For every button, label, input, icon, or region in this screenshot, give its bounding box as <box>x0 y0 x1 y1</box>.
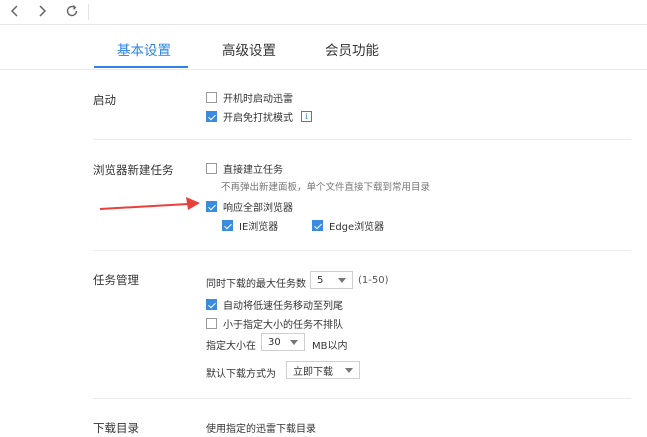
no-disturb-label: 开启免打扰模式 <box>223 113 293 124</box>
refresh-button[interactable] <box>62 0 82 22</box>
size-limit-label: 指定大小在 <box>206 341 256 352</box>
section-divider <box>93 398 631 399</box>
active-tab-indicator <box>94 66 188 68</box>
max-tasks-value: 5 <box>317 274 324 286</box>
checkbox-box[interactable] <box>222 220 233 231</box>
dropdown-arrow-icon <box>345 368 353 373</box>
download-directory-option[interactable]: 使用指定的迅雷下载目录 <box>206 420 316 435</box>
max-tasks-label: 同时下载的最大任务数 <box>206 279 306 290</box>
default-download-mode-label: 默认下载方式为 <box>206 369 276 380</box>
checkbox-box[interactable] <box>206 111 217 122</box>
move-slow-tasks-checkbox[interactable]: 自动将低速任务移动至列尾 <box>206 297 343 312</box>
auto-start-checkbox[interactable]: 开机时启动迅雷 <box>206 90 293 105</box>
respond-all-browsers-label: 响应全部浏览器 <box>223 203 293 214</box>
auto-start-label: 开机时启动迅雷 <box>223 94 293 105</box>
checkbox-box[interactable] <box>206 201 217 212</box>
tab-member-features[interactable]: 会员功能 <box>325 39 379 59</box>
chevron-left-icon <box>10 5 18 17</box>
no-queue-small-tasks-checkbox[interactable]: 小于指定大小的任务不排队 <box>206 316 343 331</box>
checkbox-box[interactable] <box>312 220 323 231</box>
no-queue-small-tasks-label: 小于指定大小的任务不排队 <box>223 320 343 331</box>
edge-browser-label: Edge浏览器 <box>329 222 385 233</box>
size-limit-select[interactable]: 30 <box>261 333 305 351</box>
max-tasks-range: (1-50) <box>358 275 389 286</box>
dropdown-arrow-icon <box>290 340 298 345</box>
checkbox-box[interactable] <box>206 318 217 329</box>
max-tasks-select[interactable]: 5 <box>310 271 353 289</box>
edge-browser-checkbox[interactable]: Edge浏览器 <box>312 218 384 233</box>
respond-all-browsers-checkbox[interactable]: 响应全部浏览器 <box>206 199 293 214</box>
default-download-mode-select[interactable]: 立即下载 <box>286 361 360 379</box>
forward-button[interactable] <box>32 0 52 22</box>
tab-advanced-settings[interactable]: 高级设置 <box>222 39 276 59</box>
ie-browser-label: IE浏览器 <box>239 222 279 233</box>
section-divider <box>93 250 631 251</box>
checkbox-box[interactable] <box>206 163 217 174</box>
dropdown-arrow-icon <box>338 278 346 283</box>
tab-basic-settings[interactable]: 基本设置 <box>117 39 171 59</box>
size-limit-value: 30 <box>268 336 281 348</box>
checkbox-box[interactable] <box>206 92 217 103</box>
back-button[interactable] <box>5 0 25 22</box>
chevron-right-icon <box>39 5 47 17</box>
section-title-download-directory: 下载目录 <box>93 421 139 435</box>
section-title-startup: 启动 <box>93 93 116 107</box>
toolbar-divider <box>88 4 89 20</box>
section-title-browser-task: 浏览器新建任务 <box>93 163 174 177</box>
refresh-icon <box>66 5 78 17</box>
direct-create-label: 直接建立任务 <box>223 165 283 176</box>
size-unit-label: MB以内 <box>312 341 348 352</box>
annotation-arrow-icon <box>99 197 200 210</box>
section-title-task-management: 任务管理 <box>93 273 139 287</box>
checkbox-box[interactable] <box>206 299 217 310</box>
direct-create-checkbox[interactable]: 直接建立任务 <box>206 161 283 176</box>
default-download-mode-value: 立即下载 <box>293 366 333 378</box>
move-slow-tasks-label: 自动将低速任务移动至列尾 <box>223 301 343 312</box>
no-disturb-checkbox[interactable]: 开启免打扰模式 i <box>206 109 312 124</box>
section-divider <box>93 139 631 140</box>
tabs-divider <box>0 69 647 70</box>
info-icon[interactable]: i <box>301 111 312 122</box>
ie-browser-checkbox[interactable]: IE浏览器 <box>222 218 278 233</box>
direct-create-description: 不再弹出新建面板，单个文件直接下载到常用目录 <box>221 182 431 193</box>
settings-tabs: 基本设置 高级设置 会员功能 <box>0 25 647 69</box>
window-toolbar <box>0 0 647 25</box>
